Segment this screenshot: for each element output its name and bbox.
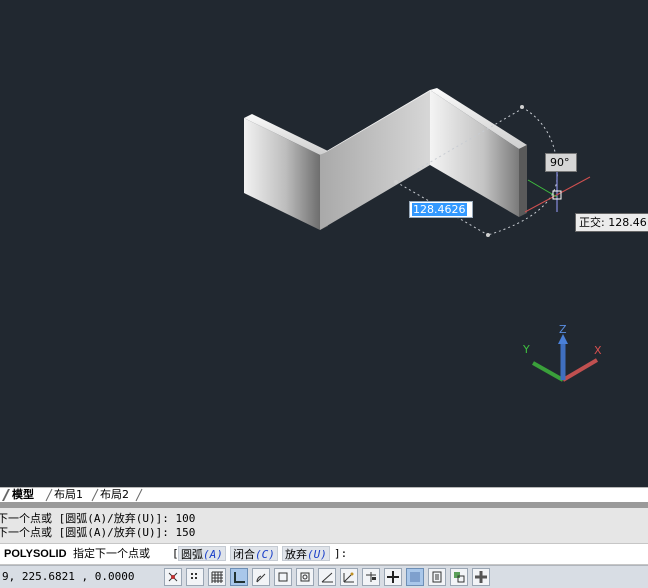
ortho-mode-button[interactable] bbox=[230, 568, 248, 586]
status-bar: 9, 225.6821 , 0.0000 bbox=[0, 565, 648, 588]
option-undo[interactable]: 放弃(U) bbox=[282, 546, 330, 561]
tab-layout1[interactable]: 布局1 bbox=[50, 488, 89, 502]
dynamic-ucs-button[interactable] bbox=[340, 568, 358, 586]
ucs-y-label: Y bbox=[522, 343, 530, 356]
polar-tracking-icon bbox=[256, 573, 266, 583]
ucs-x-label: X bbox=[594, 344, 602, 357]
drawing-viewport[interactable]: Z Y X 90° 128.4626 正交: 128.46 bbox=[0, 0, 648, 487]
quick-properties-icon bbox=[432, 571, 442, 583]
ucs-z-label: Z bbox=[559, 323, 567, 336]
snap-mode-button[interactable] bbox=[186, 568, 204, 586]
model-space-canvas[interactable]: Z Y X bbox=[0, 0, 648, 487]
angle-tooltip: 90° bbox=[545, 153, 577, 172]
ortho-mode-icon bbox=[234, 572, 245, 583]
ucs-icon: Z Y X bbox=[522, 323, 602, 382]
dynamic-length-input[interactable]: 128.4626 bbox=[409, 201, 473, 218]
object-snap-tracking-icon bbox=[321, 572, 333, 583]
history-line: 下一个点或 [圆弧(A)/放弃(U)]: 150 bbox=[0, 526, 196, 539]
annotation-monitor-button[interactable] bbox=[472, 568, 490, 586]
selection-cycling-button[interactable] bbox=[450, 568, 468, 586]
option-undo-key: (U) bbox=[307, 548, 327, 561]
polysolid-segment-left[interactable] bbox=[244, 114, 328, 230]
coordinate-display[interactable]: 9, 225.6821 , 0.0000 bbox=[2, 570, 134, 583]
dynamic-input-value[interactable]: 128.4626 bbox=[412, 203, 467, 216]
infer-constraints-button[interactable] bbox=[164, 568, 182, 586]
command-line[interactable]: POLYSOLID 指定下一个点或 [ 圆弧(A) 闭合(C) 放弃(U) ]: bbox=[0, 543, 648, 565]
grid-display-button[interactable] bbox=[208, 568, 226, 586]
polysolid-segment-right[interactable] bbox=[430, 88, 527, 217]
snap-mode-icon bbox=[191, 573, 197, 579]
object-snap-tracking-button[interactable] bbox=[318, 568, 336, 586]
lineweight-button[interactable] bbox=[384, 568, 402, 586]
grip-point bbox=[486, 233, 490, 237]
option-close-label: 闭合 bbox=[233, 549, 255, 561]
dynamic-ucs-icon bbox=[343, 572, 354, 583]
transparency-icon bbox=[410, 572, 420, 582]
option-undo-label: 放弃 bbox=[285, 549, 307, 561]
option-arc-label: 圆弧 bbox=[181, 549, 203, 561]
option-arc[interactable]: 圆弧(A) bbox=[178, 546, 226, 561]
grid-display-icon bbox=[211, 571, 223, 583]
ortho-tooltip: 正交: 128.46 bbox=[575, 213, 648, 232]
dynamic-input-icon bbox=[366, 572, 376, 582]
tab-separator-icon bbox=[135, 488, 143, 502]
tab-layout2[interactable]: 布局2 bbox=[96, 488, 135, 502]
command-prompt: 指定下一个点或 bbox=[73, 548, 150, 560]
grip-point bbox=[520, 105, 524, 109]
selection-cycling-icon bbox=[454, 572, 465, 583]
tab-model[interactable]: 模型 bbox=[8, 488, 40, 502]
transparency-button[interactable] bbox=[406, 568, 424, 586]
quick-properties-button[interactable] bbox=[428, 568, 446, 586]
option-close[interactable]: 闭合(C) bbox=[230, 546, 278, 561]
command-history: 下一个点或 [圆弧(A)/放弃(U)]: 100 下一个点或 [圆弧(A)/放弃… bbox=[0, 502, 648, 543]
lineweight-icon bbox=[387, 571, 399, 583]
dynamic-input-button[interactable] bbox=[362, 568, 380, 586]
command-name: POLYSOLID bbox=[4, 548, 67, 560]
option-close-key: (C) bbox=[255, 548, 275, 561]
option-bracket-close: ]: bbox=[334, 547, 348, 560]
history-line: 下一个点或 [圆弧(A)/放弃(U)]: 100 bbox=[0, 512, 196, 525]
object-snap-button[interactable] bbox=[274, 568, 292, 586]
infer-constraints-icon bbox=[168, 572, 178, 582]
layout-tab-bar: 模型 布局1 布局2 bbox=[0, 487, 648, 503]
polar-tracking-button[interactable] bbox=[252, 568, 270, 586]
annotation-monitor-icon bbox=[475, 571, 487, 583]
grip-point bbox=[394, 180, 398, 184]
option-arc-key: (A) bbox=[203, 548, 223, 561]
3d-object-snap-icon bbox=[300, 572, 310, 582]
object-snap-icon bbox=[278, 572, 288, 582]
3d-object-snap-button[interactable] bbox=[296, 568, 314, 586]
